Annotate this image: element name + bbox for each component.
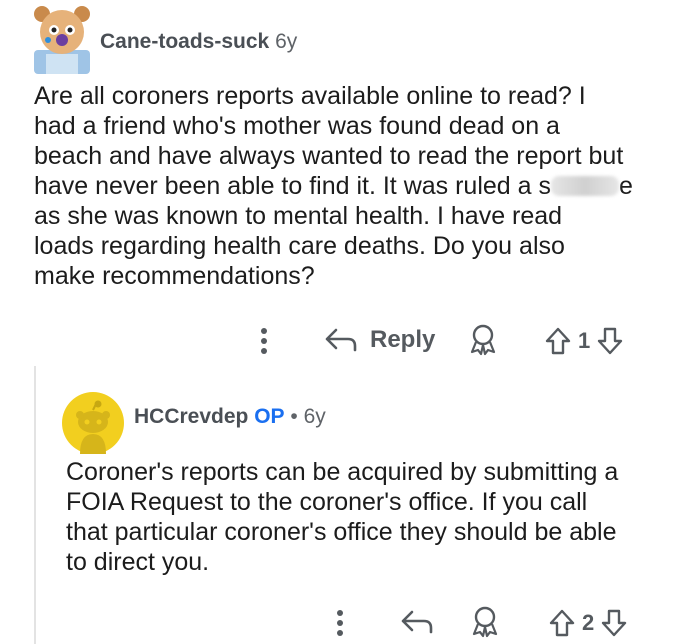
vote-controls: 2 — [548, 608, 628, 638]
username[interactable]: Cane-toads-suck — [100, 30, 269, 53]
award-icon — [472, 606, 498, 638]
comment-line-redacted: have never been able to find it. It was … — [34, 171, 684, 201]
reply-button[interactable] — [400, 608, 434, 636]
comment-line: to direct you. — [66, 548, 210, 576]
comment-age: 6y — [275, 30, 298, 53]
user-avatar[interactable] — [30, 4, 94, 74]
comment-header: Cane-toads-suck 6y — [100, 30, 297, 54]
comment-body: Are all coroners reports available onlin… — [34, 81, 684, 291]
more-options-button[interactable] — [332, 608, 348, 638]
reply-button[interactable]: Reply — [324, 326, 435, 354]
username[interactable]: HCCrevdep — [134, 405, 248, 428]
vote-controls: 1 — [544, 326, 624, 356]
comment-line: beach and have always wanted to read the… — [34, 142, 624, 170]
separator-dot: • — [290, 405, 298, 428]
comment-line: had a friend who's mother was found dead… — [34, 112, 560, 140]
reply-arrow-icon — [325, 328, 357, 352]
comment-line: make recommendations? — [34, 262, 315, 290]
vote-count: 2 — [582, 610, 595, 635]
reply-arrow-icon — [401, 610, 433, 634]
comment-line: as she was known to mental health. I hav… — [34, 202, 563, 230]
comment-body: Coroner's reports can be acquired by sub… — [66, 457, 686, 577]
kebab-icon — [261, 328, 267, 354]
comment-line: Are all coroners reports available onlin… — [34, 82, 586, 110]
downvote-icon[interactable] — [600, 608, 628, 638]
award-icon — [470, 324, 496, 356]
comment-header: HCCrevdep OP • 6y — [134, 405, 326, 429]
redaction-blur — [550, 176, 619, 196]
comment-age: 6y — [303, 405, 326, 428]
upvote-icon[interactable] — [544, 326, 572, 356]
thread-line[interactable] — [34, 366, 36, 644]
op-badge: OP — [254, 405, 285, 428]
downvote-icon[interactable] — [596, 326, 624, 356]
award-button[interactable] — [470, 606, 500, 638]
comment-line: that particular coroner's office they sh… — [66, 518, 617, 546]
reply-label: Reply — [370, 326, 436, 353]
upvote-icon[interactable] — [548, 608, 576, 638]
comment-line: loads regarding health care deaths. Do y… — [34, 232, 565, 260]
user-avatar[interactable] — [62, 392, 124, 454]
vote-count: 1 — [578, 328, 591, 353]
more-options-button[interactable] — [256, 326, 272, 356]
redaction-tail: e — [618, 172, 633, 200]
kebab-icon — [337, 610, 343, 636]
comment-line: Coroner's reports can be acquired by sub… — [66, 458, 619, 486]
award-button[interactable] — [468, 324, 498, 356]
comment-line: FOIA Request to the coroner's office. If… — [66, 488, 588, 516]
comment-line-part: have never been able to find it. It was … — [34, 172, 551, 200]
